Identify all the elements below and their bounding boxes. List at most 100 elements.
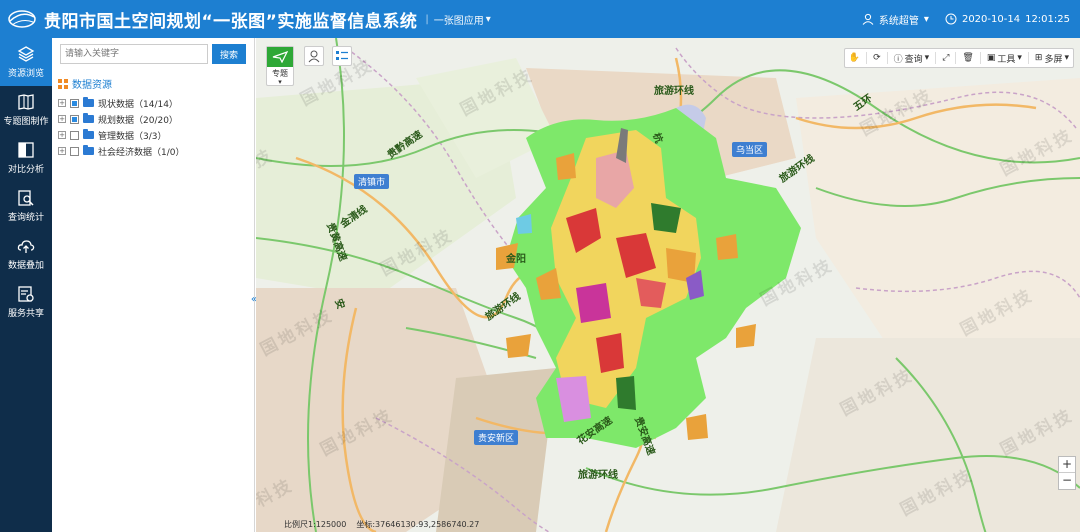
cloud-upload-icon [17, 240, 35, 253]
multi-screen-button[interactable]: ⊞ 多屏 ▾ [1035, 52, 1069, 65]
toolbar-separator [866, 52, 868, 64]
expand-icon[interactable]: + [58, 131, 66, 139]
info-icon: ⓘ [893, 54, 903, 65]
road-label: 金阳 [506, 254, 526, 265]
toolbar-separator [935, 52, 937, 64]
trash-icon[interactable]: 🗑 [962, 53, 973, 63]
map-book-icon [18, 94, 34, 110]
menu-separator: | [425, 13, 429, 25]
app-header: 贵阳市国土空间规划“一张图”实施监督信息系统 | 一张图应用 ▾ 系统超管 ▾ … [0, 0, 1080, 38]
grid-icon: ⊞ [1034, 53, 1043, 63]
tree-checkbox[interactable] [70, 146, 79, 156]
tools-label: 工具 [997, 54, 1016, 65]
tree-item-socioeconomic-data[interactable]: + 社会经济数据（1/0） [52, 143, 254, 159]
tree-checkbox[interactable] [70, 114, 79, 124]
grid-icon [58, 78, 68, 89]
app-menu-dropdown[interactable]: | 一张图应用 ▾ [425, 12, 490, 27]
toolbar-separator [1027, 52, 1029, 64]
nav-item-thematic-map[interactable]: 专题图制作 [0, 86, 52, 134]
scale-readout: 比例尺1:125000 [284, 520, 347, 529]
tree-item-label: 社会经济数据（1/0） [98, 147, 185, 158]
resource-panel: 搜索 数据资源 + 现状数据（14/14） + 规划数据（20/20） + 管理… [52, 38, 257, 532]
app-root: 贵阳市国土空间规划“一张图”实施监督信息系统 | 一张图应用 ▾ 系统超管 ▾ … [0, 0, 1080, 532]
map-toolbar: ✋ ⟳ ⓘ 查询 ▾ ⤢ 🗑 ▣ 工具 ▾ ⊞ 多屏 ▾ [843, 48, 1074, 68]
tree-item-label: 规划数据（20/20） [98, 115, 178, 126]
nav-label: 数据叠加 [7, 261, 44, 271]
tree-item-current-data[interactable]: + 现状数据（14/14） [52, 95, 254, 111]
pan-hand-icon[interactable]: ✋ [849, 53, 860, 63]
tree-checkbox[interactable] [70, 98, 79, 108]
tools-menu-button[interactable]: ▣ 工具 ▾ [987, 52, 1022, 65]
tree-item-planning-data[interactable]: + 规划数据（20/20） [52, 111, 254, 127]
place-label-qingzhen[interactable]: 清镇市 [354, 174, 390, 189]
tree-item-label: 现状数据（14/14） [98, 99, 178, 110]
chevron-down-icon: ▾ [924, 53, 930, 63]
nav-item-compare[interactable]: 对比分析 [0, 134, 52, 182]
toolbar-separator [886, 52, 888, 64]
user-icon [862, 13, 874, 25]
road-label: 旅游环线 [578, 470, 618, 481]
app-title: 贵阳市国土空间规划“一张图”实施监督信息系统 [44, 11, 418, 32]
nav-label: 查询统计 [7, 213, 44, 223]
expand-icon[interactable]: + [58, 115, 66, 123]
fullscreen-icon[interactable]: ⤢ [942, 53, 949, 63]
toolbar-separator [955, 52, 957, 64]
nav-label: 对比分析 [7, 165, 44, 175]
folder-icon [83, 145, 94, 155]
app-menu-label: 一张图应用 [433, 15, 484, 27]
clock-icon [945, 13, 957, 25]
nav-item-query-stats[interactable]: 查询统计 [0, 182, 52, 230]
tree-checkbox[interactable] [70, 130, 79, 140]
thematic-button[interactable]: 专题 ▾ [266, 46, 294, 86]
person-pin-icon [308, 50, 320, 63]
search-button[interactable]: 搜索 [212, 44, 246, 64]
tree-root[interactable]: 数据资源 [58, 76, 254, 91]
user-menu[interactable]: 系统超管 ▾ [862, 12, 929, 27]
search-input[interactable] [60, 44, 208, 64]
place-label-wudang[interactable]: 乌当区 [732, 142, 768, 157]
toolbar-separator [979, 52, 981, 64]
current-date: 2020-10-14 [961, 13, 1021, 25]
query-tool-button[interactable]: ⓘ 查询 ▾ [894, 52, 930, 65]
tree-item-label: 管理数据（3/3） [98, 131, 167, 142]
locate-person-button[interactable] [304, 46, 324, 66]
chevron-down-icon: ▾ [923, 13, 929, 25]
folder-icon [83, 113, 94, 123]
search-row: 搜索 [52, 38, 254, 64]
legend-button[interactable] [332, 46, 352, 66]
map-canvas [256, 38, 1080, 532]
chevron-down-icon: ▾ [1017, 53, 1022, 63]
map-status-bar: 比例尺1:125000 坐标:37646130.93,2586740.27 [284, 519, 479, 530]
zoom-out-button[interactable]: − [1059, 473, 1075, 489]
folder-icon [83, 129, 94, 139]
left-nav: 资源浏览 专题图制作 对比分析 查询统计 数据叠加 服务共享 [0, 38, 52, 532]
app-logo-icon [0, 0, 44, 38]
list-icon [336, 51, 348, 60]
tree-root-label: 数据资源 [72, 80, 112, 91]
query-label: 查询 [904, 54, 923, 65]
chevron-down-icon: ▾ [1064, 53, 1069, 63]
place-label-guian[interactable]: 贵安新区 [474, 430, 519, 445]
map-view[interactable]: 国地科技 国地科技 国地科技 国地科技 国地科技 国地科技 国地科技 国地科技 … [256, 38, 1080, 532]
search-doc-icon [18, 190, 34, 206]
nav-item-resource-browse[interactable]: 资源浏览 [0, 38, 52, 86]
expand-icon[interactable]: + [58, 147, 66, 155]
clock: 2020-10-14 12:01:25 [945, 13, 1070, 25]
chevron-down-icon: ▾ [278, 78, 282, 86]
service-share-icon [18, 286, 34, 302]
rotate-icon[interactable]: ⟳ [873, 53, 881, 63]
nav-item-service-share[interactable]: 服务共享 [0, 278, 52, 326]
nav-item-data-overlay[interactable]: 数据叠加 [0, 230, 52, 278]
zoom-in-button[interactable]: + [1059, 457, 1075, 473]
user-name: 系统超管 [878, 15, 919, 27]
current-time: 12:01:25 [1025, 13, 1070, 25]
zoom-control: + − [1058, 456, 1076, 490]
layers-icon [17, 46, 35, 62]
paper-plane-icon [267, 47, 293, 67]
tree-item-management-data[interactable]: + 管理数据（3/3） [52, 127, 254, 143]
multi-screen-label: 多屏 [1044, 54, 1063, 65]
header-right: 系统超管 ▾ 2020-10-14 12:01:25 [862, 0, 1070, 38]
chevron-down-icon: ▾ [485, 13, 491, 25]
expand-icon[interactable]: + [58, 99, 66, 107]
folder-icon [83, 97, 94, 107]
